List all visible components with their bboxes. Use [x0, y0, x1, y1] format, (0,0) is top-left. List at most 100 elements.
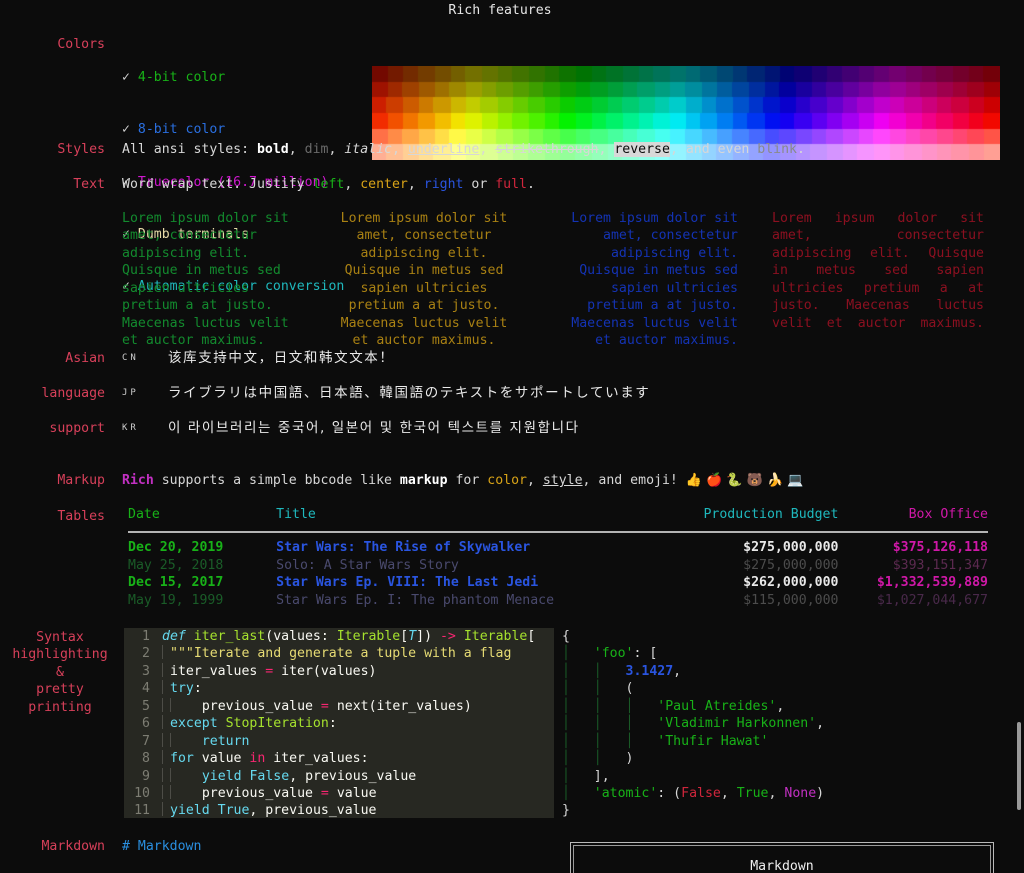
asian-text-japanese: ライブラリは中国語、日本語、韓国語のテキストをサポートしています: [168, 385, 651, 401]
emoji-sequence: 👍 🍎 🐍 🐻 🍌 💻: [685, 473, 804, 488]
colors-item-8bit: ✓ 8-bit color: [122, 121, 344, 138]
code-line: 3 iter_values = iter(values): [124, 662, 554, 680]
pretty-line: │ │ │ 'Vladimir Harkonnen',: [562, 716, 825, 732]
line-number: 5: [142, 698, 150, 714]
markup-demo-row: Rich supports a simple bbcode like marku…: [122, 472, 804, 489]
table-header-rule: [128, 527, 988, 539]
rich-brand-word: Rich: [122, 473, 154, 488]
locale-code-jp: JP: [122, 388, 139, 398]
vertical-scrollbar-thumb[interactable]: [1017, 722, 1021, 810]
cell-date: Dec 20, 2019: [128, 540, 224, 556]
table-header-date: Date: [128, 507, 160, 522]
markup-style-word: style: [542, 473, 583, 488]
style-reverse: reverse: [614, 142, 670, 157]
markdown-source-line: # Markdown: [122, 839, 202, 854]
line-number: 7: [142, 733, 150, 749]
cell-boxoffice: $375,126,118: [892, 540, 988, 556]
code-line: 7 return: [124, 732, 554, 750]
pretty-line: │ │ │ 'Thufir Hawat': [562, 733, 769, 749]
style-dim: dim: [304, 142, 329, 157]
colors-item-label: 4-bit color: [137, 69, 226, 85]
section-label-styles: Styles: [57, 142, 105, 157]
pretty-number: 3.1427: [625, 663, 674, 679]
section-label-language: language: [41, 386, 105, 401]
pretty-line: │ 'foo': [: [562, 646, 658, 662]
asian-text-korean: 이 라이브러리는 중국어, 일본어 및 한국어 텍스트를 지원합니다: [168, 420, 580, 436]
pretty-line: │ 'atomic': (False, True, None): [562, 785, 825, 801]
pretty-line: }: [562, 803, 570, 819]
pretty-none: None: [784, 785, 817, 801]
code-line: 4 try:: [124, 680, 554, 697]
line-number: 4: [142, 681, 150, 697]
cell-budget: $115,000,000: [743, 592, 839, 608]
cell-budget: $275,000,000: [743, 540, 839, 556]
section-label-markdown: Markdown: [41, 839, 105, 854]
code-line: 6 except StopIteration:: [124, 715, 554, 732]
cell-date: May 25, 2018: [128, 557, 224, 573]
line-number: 6: [142, 716, 150, 732]
justify-full-word: full: [495, 177, 527, 192]
pretty-line: │ ],: [562, 768, 610, 784]
asian-row-chinese: CN 该库支持中文，日文和韩文文本！: [122, 350, 395, 368]
markup-text-1: supports a simple bbcode like: [153, 473, 400, 488]
section-label-text: Text: [73, 177, 105, 192]
pretty-true: True: [736, 785, 769, 801]
markup-text-2: for: [447, 473, 488, 488]
sep: ,: [328, 142, 345, 157]
locale-code-kr: KR: [122, 423, 139, 433]
table-header-boxoffice: Box Office: [908, 507, 988, 522]
cell-boxoffice: $1,027,044,677: [876, 592, 988, 608]
cell-budget: $275,000,000: [743, 557, 839, 573]
lorem-column-center: Lorem ipsum dolor sit amet, consectetur …: [340, 211, 508, 349]
markdown-panel-title: Markdown: [573, 845, 991, 873]
pretty-line: │ │ (: [562, 681, 634, 697]
pretty-string: 'Thufir Hawat': [657, 733, 769, 749]
pretty-key-atomic: 'atomic': [593, 785, 658, 801]
section-label-tables: Tables: [57, 509, 105, 524]
table-header-budget: Production Budget: [703, 507, 839, 522]
justify-left-word: left: [312, 177, 345, 192]
locale-code-cn: CN: [122, 353, 139, 363]
page-title: Rich features: [448, 3, 552, 18]
cell-title: Solo: A Star Wars Story: [276, 557, 459, 573]
cell-boxoffice: $1,332,539,889: [876, 575, 988, 591]
sep: ,: [598, 142, 615, 157]
table-row: Dec 20, 2019 Star Wars: The Rise of Skyw…: [128, 539, 988, 556]
code-line: 10 previous_value = value: [124, 784, 554, 802]
colors-item-4bit: ✓ 4-bit color: [122, 69, 344, 86]
asian-text-chinese: 该库支持中文，日文和韩文文本！: [168, 350, 395, 366]
line-number: 2: [142, 646, 150, 662]
style-blink: blink: [757, 142, 797, 157]
color-swatch-grid: [372, 31, 1000, 160]
line-number: 11: [134, 803, 150, 818]
section-label-support: support: [49, 421, 105, 436]
table-header-row: Date Title Production Budget Box Office: [128, 506, 988, 527]
section-label-syntax: Syntax highlighting & pretty printing: [12, 630, 108, 715]
line-number: 10: [134, 785, 150, 801]
lorem-column-justified: Lorem ipsum dolor sit amet, consectetur …: [772, 211, 984, 331]
sep: ,: [407, 177, 424, 192]
table-row: May 19, 1999 Star Wars Ep. I: The phanto…: [128, 592, 988, 609]
sep: or: [463, 177, 496, 192]
sep: ,: [479, 142, 496, 157]
pretty-line: │ │ │ 'Paul Atreides',: [562, 698, 785, 714]
section-label-markup: Markup: [57, 473, 105, 488]
code-line: 8 for value in iter_values:: [124, 750, 554, 767]
sep: , and even: [669, 142, 758, 157]
table-row: May 25, 2018 Solo: A Star Wars Story $27…: [128, 557, 988, 574]
asian-row-japanese: JP ライブラリは中国語、日本語、韓国語のテキストをサポートしています: [122, 385, 650, 403]
text-intro: Word wrap text. Justify: [122, 177, 313, 192]
lorem-column-right: Lorem ipsum dolor sit amet, consectetur …: [571, 211, 738, 349]
cell-title: Star Wars: The Rise of Skywalker: [276, 540, 531, 556]
pretty-printed-object: { │ 'foo': [ │ │ 3.1427, │ │ ( │ │ │ 'Pa…: [562, 628, 824, 820]
pretty-line: │ │ 3.1427,: [562, 663, 682, 679]
movies-table: Date Title Production Budget Box Office …: [128, 506, 988, 609]
asian-row-korean: KR 이 라이브러리는 중국어, 일본어 및 한국어 텍스트를 지원합니다: [122, 420, 580, 438]
markup-text-3: ,: [526, 473, 543, 488]
sep: .: [796, 142, 805, 157]
section-label-asian: Asian: [65, 351, 105, 366]
sep: .: [526, 177, 535, 192]
cell-date: May 19, 1999: [128, 592, 224, 608]
code-line: 5 previous_value = next(iter_values): [124, 697, 554, 715]
styles-demo-row: All ansi styles: bold, dim, italic, unde…: [122, 141, 805, 158]
